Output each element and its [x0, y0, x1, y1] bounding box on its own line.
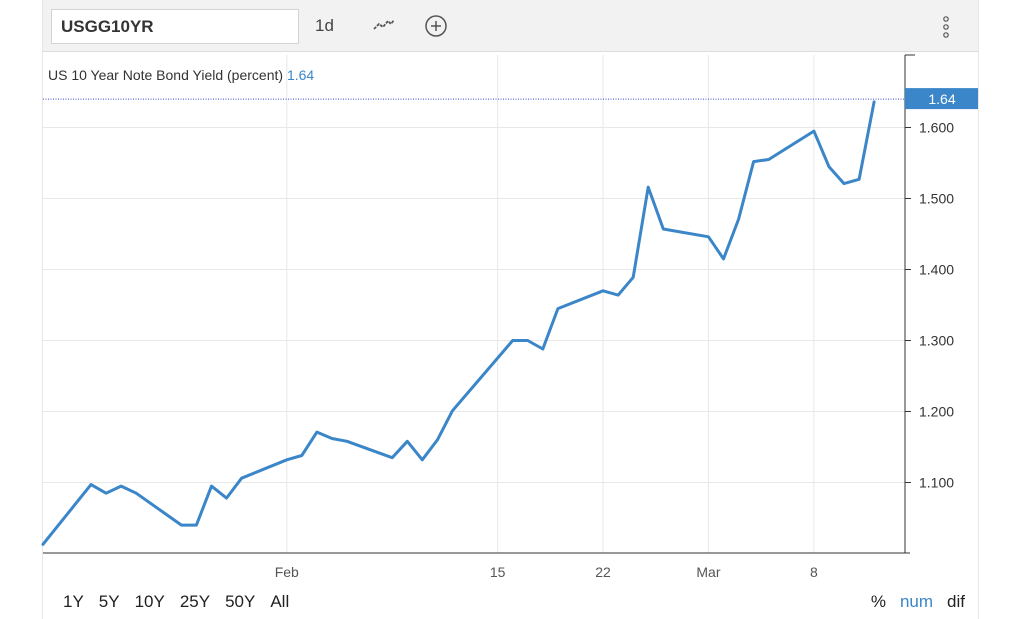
series-legend: US 10 Year Note Bond Yield (percent) 1.6…	[48, 67, 314, 83]
y-tick-label: 1.500	[919, 191, 954, 207]
chart-plot[interactable]: 1.100 1.200 1.300 1.400 1.500 1.600 Feb 15 22 Ma…	[0, 0, 1017, 619]
series-last-value: 1.64	[286, 67, 315, 83]
yield-line	[41, 100, 876, 546]
x-tick-label: 22	[595, 564, 611, 580]
range-selector: 1Y 5Y 10Y 25Y 50Y All	[63, 592, 304, 612]
num-mode-button[interactable]: num	[900, 592, 933, 611]
y-tick-label: 1.200	[919, 404, 954, 420]
display-mode-selector: % num dif	[857, 592, 965, 612]
percent-mode-button[interactable]: %	[871, 592, 886, 611]
range-50y-button[interactable]: 50Y	[225, 592, 255, 611]
last-price-label-text: 1.64	[928, 91, 955, 107]
y-tick-label: 1.100	[919, 475, 954, 491]
y-tick-label: 1.300	[919, 333, 954, 349]
x-tick-label: Mar	[696, 564, 720, 580]
range-all-button[interactable]: All	[270, 592, 289, 611]
range-5y-button[interactable]: 5Y	[99, 592, 120, 611]
range-25y-button[interactable]: 25Y	[180, 592, 210, 611]
dif-mode-button[interactable]: dif	[947, 592, 965, 611]
series-label: US 10 Year Note Bond Yield (percent)	[48, 67, 284, 83]
y-tick-label: 1.400	[919, 262, 954, 278]
y-tick-label: 1.600	[919, 120, 954, 136]
x-tick-label: Feb	[275, 564, 299, 580]
range-1y-button[interactable]: 1Y	[63, 592, 84, 611]
x-tick-label: 8	[810, 564, 818, 580]
range-10y-button[interactable]: 10Y	[135, 592, 165, 611]
x-tick-label: 15	[490, 564, 506, 580]
